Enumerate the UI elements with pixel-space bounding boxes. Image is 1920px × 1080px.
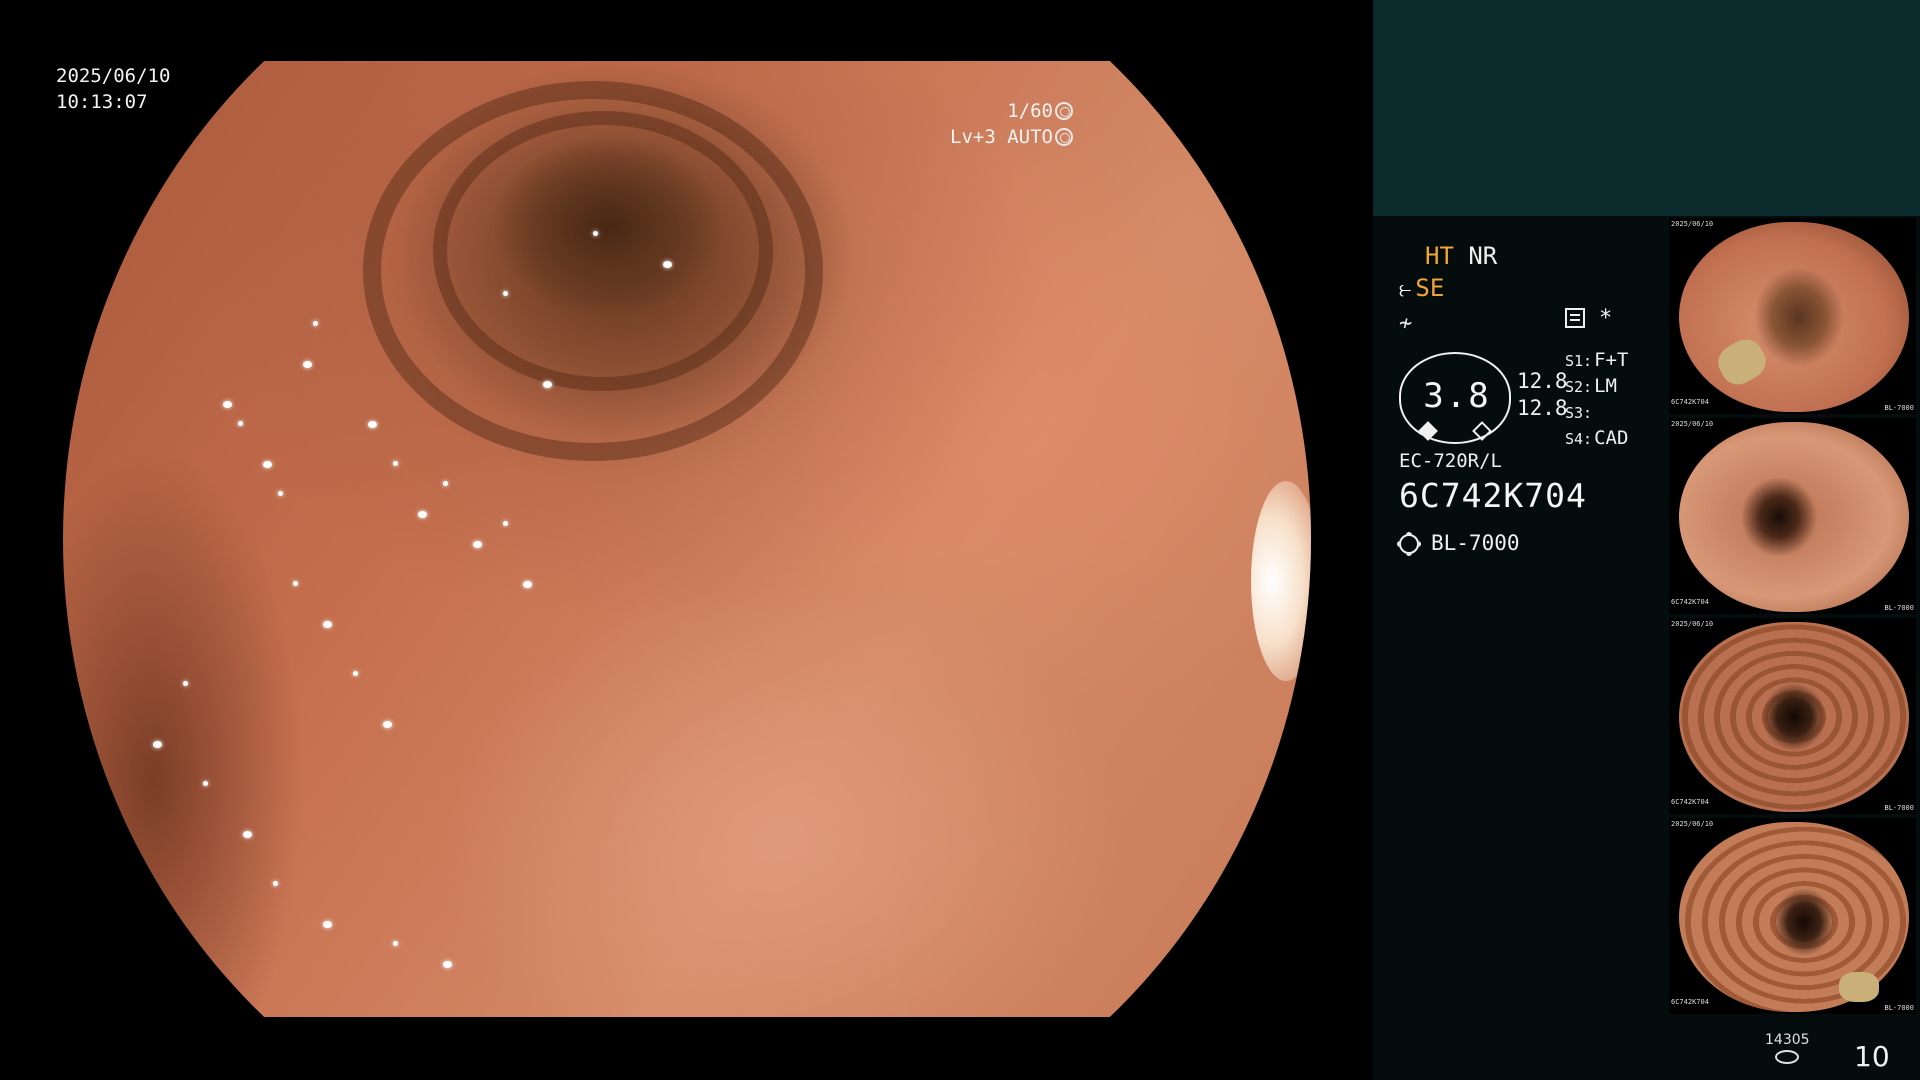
captured-thumbnail[interactable]: 2025/06/10 6C742K704 BL-7000 [1669, 418, 1916, 614]
thumbnail-date: 2025/06/10 [1671, 620, 1714, 628]
asterisk-indicator: * [1599, 306, 1613, 331]
glint [503, 521, 508, 526]
panel-header [1373, 0, 1920, 216]
menu-icon [1565, 308, 1585, 328]
thumbnail-serial: 6C742K704 [1671, 798, 1709, 806]
glint [153, 741, 162, 748]
thumbnail-light: BL-7000 [1884, 404, 1914, 412]
zoom-dial: 3.8 [1399, 352, 1511, 444]
glint [543, 381, 552, 388]
glint [293, 581, 298, 586]
storage-counter: 14305 [1765, 1032, 1810, 1048]
shutter-text: 1/60 [1007, 100, 1053, 122]
glint [313, 321, 318, 326]
switch-row: S3: [1565, 404, 1593, 422]
se-indicator: SE [1415, 274, 1445, 302]
light-source-text: BL-7000 [1431, 531, 1520, 555]
glint [353, 671, 358, 676]
glint [418, 511, 427, 518]
glint [263, 461, 272, 468]
level-text: Lv+3 AUTO [950, 126, 1053, 148]
thumbnail-serial: 6C742K704 [1671, 398, 1709, 406]
glint [383, 721, 392, 728]
captured-thumbnail[interactable]: 2025/06/10 6C742K704 BL-7000 [1669, 618, 1916, 814]
zoom-values: 12.8 12.8 [1517, 368, 1568, 422]
thumbnail-detail [1712, 333, 1772, 391]
capture-count: 10 [1854, 1040, 1890, 1073]
se-line: ⥼ SE [1399, 272, 1689, 306]
thumbnail-image [1679, 222, 1909, 412]
ht-nr-line: HT NR [1399, 240, 1689, 272]
nr-indicator: NR [1468, 242, 1498, 270]
captured-thumbnail[interactable]: 2025/06/10 6C742K704 BL-7000 [1669, 818, 1916, 1014]
glint [323, 621, 332, 628]
color-line: ≁ [1399, 306, 1689, 340]
switch-row: S1: F+T [1565, 349, 1629, 371]
thumbnail-date: 2025/06/10 [1671, 220, 1714, 228]
scope-model: EC-720R/L [1399, 450, 1502, 472]
glint [273, 881, 278, 886]
exposure-display: 1/60 Lv+3 AUTO [950, 98, 1073, 150]
switch-assignments: S1: F+T S2: LM S3: S4: CAD [1565, 348, 1628, 452]
glint [323, 921, 332, 928]
switch-row: S2: LM [1565, 375, 1617, 397]
datetime-display: 2025/06/10 10:13:07 [56, 63, 170, 115]
switch-row: S4: CAD [1565, 427, 1629, 449]
glint [243, 831, 252, 838]
glint [593, 231, 598, 236]
thumbnail-light: BL-7000 [1884, 604, 1914, 612]
thumbnail-light: BL-7000 [1884, 1004, 1914, 1012]
thumbnail-image [1679, 622, 1909, 812]
info-side-panel: HT NR ⥼ SE ≁ * 3.8 12.8 12.8 S1: F+T S2: LM… [1373, 0, 1920, 1080]
captured-thumbnail[interactable]: 2025/06/10 6C742K704 BL-7000 [1669, 218, 1916, 414]
storage-disk-icon [1775, 1050, 1799, 1064]
thumbnail-date: 2025/06/10 [1671, 420, 1714, 428]
glint [473, 541, 482, 548]
glint [443, 481, 448, 486]
endoscopic-image [63, 61, 1311, 1017]
glint [303, 361, 312, 368]
endoscope-main-view: 2025/06/10 10:13:07 1/60 Lv+3 AUTO [0, 0, 1373, 1080]
auto-exposure-icon [1055, 128, 1073, 146]
thumbnail-image [1679, 822, 1909, 1012]
color-enhance-icon: ≁ [1399, 311, 1413, 336]
lumen-fold [433, 111, 773, 391]
thumbnail-serial: 6C742K704 [1671, 998, 1709, 1006]
zoom-value-b: 12.8 [1517, 396, 1568, 420]
light-source: BL-7000 [1399, 531, 1520, 555]
glint [503, 291, 508, 296]
dial-marker-icon [1472, 421, 1492, 441]
status-block: HT NR ⥼ SE ≁ [1399, 240, 1689, 340]
glint [443, 961, 452, 968]
zoom-value-a: 12.8 [1517, 369, 1568, 393]
glint [523, 581, 532, 588]
glint [223, 401, 232, 408]
ht-indicator: HT [1425, 242, 1454, 270]
light-source-icon [1399, 534, 1419, 554]
scope-serial: 6C742K704 [1399, 476, 1587, 515]
time-text: 10:13:07 [56, 91, 148, 113]
glint [183, 681, 188, 686]
thumbnail-date: 2025/06/10 [1671, 820, 1714, 828]
glint [393, 941, 398, 946]
glint [393, 461, 398, 466]
glint [663, 261, 672, 268]
structure-icon: ⥼ [1399, 277, 1412, 302]
glint [368, 421, 377, 428]
thumbnail-image [1679, 422, 1909, 612]
thumbnail-serial: 6C742K704 [1671, 598, 1709, 606]
glint [238, 421, 243, 426]
thumbnail-light: BL-7000 [1884, 804, 1914, 812]
thumbnail-detail [1839, 972, 1879, 1002]
shutter-icon [1055, 102, 1073, 120]
light-reflection [1251, 481, 1311, 681]
glint [203, 781, 208, 786]
zoom-value: 3.8 [1423, 376, 1491, 416]
mode-icons: * [1565, 306, 1612, 331]
date-text: 2025/06/10 [56, 65, 171, 87]
glint [278, 491, 283, 496]
dial-marker-icon [1418, 421, 1438, 441]
